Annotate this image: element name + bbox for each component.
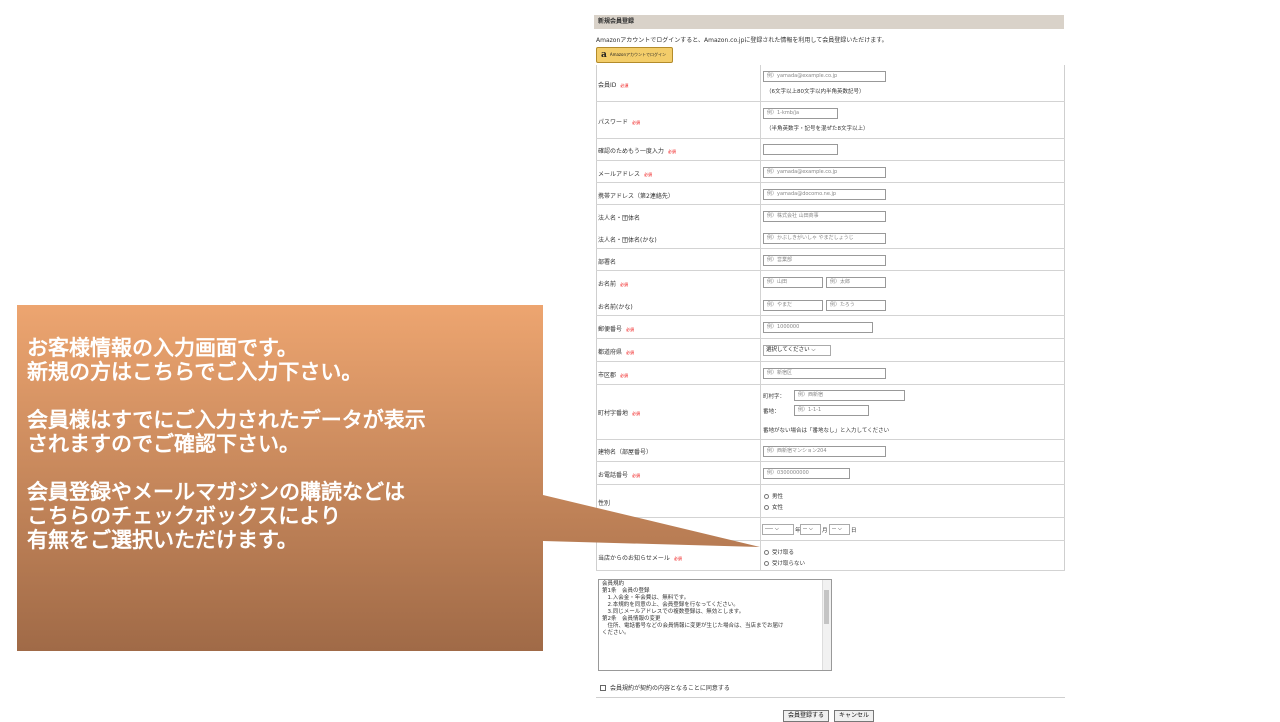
callout-line: 会員様はすでにご入力されたデータが表示 [27, 408, 426, 432]
label-company-kana: 法人名・団体名(かな) [598, 237, 657, 244]
scrollbar-thumb[interactable] [824, 590, 829, 624]
cancel-button[interactable]: キャンセル [834, 710, 875, 722]
phone-input[interactable]: 例）0300000000 [763, 468, 850, 479]
terms-scrollbar[interactable] [822, 580, 831, 670]
last-name-input[interactable]: 例）山田 [763, 277, 823, 288]
newsletter-radio-decline[interactable]: 受け取らない [764, 559, 805, 567]
label-department: 部署名 [598, 259, 617, 266]
birth-year-select[interactable]: ---- ⌵ [762, 524, 794, 535]
required-badge: 必須 [620, 83, 629, 88]
callout-line [27, 384, 426, 408]
callout-line: こちらのチェックボックスにより [27, 504, 341, 528]
month-unit: 月 [822, 528, 828, 534]
prefecture-select[interactable]: 選択してください ⌵ [763, 345, 831, 356]
required-badge: 必須 [632, 473, 641, 478]
street-number-note: 番地がない場合は「番地なし」と入力してください [763, 428, 890, 434]
gender-radio-male[interactable]: 男性 [764, 492, 783, 500]
postal-input[interactable]: 例）1000000 [763, 322, 873, 333]
label-name: お名前 必須 [598, 281, 629, 288]
day-unit: 日 [851, 528, 857, 534]
label-password: パスワード 必須 [598, 119, 641, 126]
terms-text: 会員規約 第1条 会員の登録 1.入会金・年会費は、無料です。 2.本規約を同意… [602, 581, 784, 636]
label-phone: お電話番号 必須 [598, 472, 641, 479]
label-gender: 性別 [598, 500, 611, 507]
required-badge: 必須 [673, 556, 682, 561]
password-hint: （半角英数字・記号を混ぜた8文字以上） [766, 126, 869, 132]
mobile-email-input[interactable]: 例）yamada@docomo.ne.jp [763, 189, 886, 200]
town-input[interactable]: 例）西新宿 [794, 390, 905, 401]
town-label: 町村字： [763, 394, 786, 400]
required-badge: 必須 [644, 172, 653, 177]
terms-textarea[interactable]: 会員規約 第1条 会員の登録 1.入会金・年会費は、無料です。 2.本規約を同意… [598, 579, 832, 671]
callout-line [27, 456, 426, 480]
label-town: 町村字番地 必須 [598, 410, 641, 417]
callout-text: お客様情報の入力画面です。 新規の方はこちらでご入力下さい。 会員様はすでにご入… [27, 336, 426, 552]
callout-line: 会員登録やメールマガジンの購読などは [27, 480, 405, 504]
last-name-kana-input[interactable]: 例）やまだ [763, 300, 823, 311]
form-bottom-divider [596, 697, 1065, 698]
required-badge: 必須 [626, 327, 635, 332]
label-email: メールアドレス 必須 [598, 171, 653, 178]
company-input[interactable]: 例）株式会社 山田商事 [763, 211, 886, 222]
required-badge: 必須 [620, 282, 629, 287]
chevron-down-icon: ⌵ [811, 347, 816, 353]
radio-icon [764, 493, 769, 499]
amazon-login-button[interactable]: a Amazonアカウントでログイン [596, 47, 673, 63]
chevron-down-icon: ⌵ [808, 526, 813, 532]
first-name-input[interactable]: 例）太郎 [826, 277, 886, 288]
required-badge: 必須 [632, 411, 641, 416]
callout-line: されますのでご確認下さい。 [27, 432, 300, 456]
callout-line: 有無をご選択いただけます。 [27, 528, 298, 552]
password-confirm-input[interactable] [763, 144, 838, 155]
member-id-hint: （6文字以上80文字以内半角英数記号） [766, 89, 865, 95]
label-member-id: 会員ID 必須 [598, 82, 629, 89]
birth-day-select[interactable]: -- ⌵ [829, 524, 850, 535]
chevron-down-icon: ⌵ [774, 526, 779, 532]
required-badge: 必須 [626, 350, 635, 355]
register-button[interactable]: 会員登録する [783, 710, 830, 722]
radio-icon [764, 549, 769, 555]
callout-line: 新規の方はこちらでご入力下さい。 [27, 360, 363, 384]
birth-month-select[interactable]: -- ⌵ [800, 524, 821, 535]
agree-label: 会員規約が契約の内容となることに同意する [610, 685, 730, 692]
gender-radio-female[interactable]: 女性 [764, 503, 783, 511]
checkbox-icon[interactable] [600, 684, 606, 691]
callout-line: お客様情報の入力画面です。 [27, 336, 298, 360]
row-gender [596, 485, 1065, 518]
chevron-down-icon: ⌵ [837, 526, 842, 532]
label-company: 法人名・団体名 [598, 215, 641, 222]
street-number-label: 番地： [763, 409, 780, 415]
department-input[interactable]: 例）営業部 [763, 255, 886, 266]
label-prefecture: 都道府県 必須 [598, 349, 635, 356]
agree-checkbox-row[interactable]: 会員規約が契約の内容となることに同意する [600, 683, 730, 692]
first-name-kana-input[interactable]: 例）たろう [826, 300, 886, 311]
member-id-input[interactable]: 例）yamada@example.co.jp [763, 71, 886, 82]
label-password-confirm: 確認のためもう一度入力 必須 [598, 148, 676, 155]
newsletter-radio-receive[interactable]: 受け取る [764, 548, 794, 556]
section-title: 新規会員登録 [594, 15, 1064, 29]
company-kana-input[interactable]: 例）かぶしきがいしゃ やまだしょうじ [763, 233, 886, 244]
radio-icon [764, 560, 769, 566]
city-input[interactable]: 例）新宿区 [763, 368, 886, 379]
label-postal: 郵便番号 必須 [598, 326, 635, 333]
amazon-logo-icon: a [601, 49, 607, 60]
amazon-intro-text: Amazonアカウントでログインすると、Amazon.co.jpに登録された情報… [596, 37, 888, 44]
email-input[interactable]: 例）yamada@example.co.jp [763, 167, 886, 178]
label-newsletter: 当店からのお知らせメール 必須 [598, 555, 682, 562]
required-badge: 必須 [620, 373, 629, 378]
amazon-login-label: Amazonアカウントでログイン [609, 52, 667, 57]
street-number-input[interactable]: 例）1-1-1 [794, 405, 869, 416]
required-badge: 必須 [632, 120, 641, 125]
label-building: 建物名（部屋番号） [598, 449, 653, 456]
password-input[interactable]: 例）1-kmb/ja [763, 108, 838, 119]
label-city: 市区郡 必須 [598, 372, 629, 379]
required-badge: 必須 [667, 149, 676, 154]
building-input[interactable]: 例）西新宿マンション204 [763, 446, 886, 457]
label-mobile-email: 携帯アドレス（第2連絡先） [598, 193, 674, 200]
radio-icon [764, 504, 769, 510]
label-name-kana: お名前(かな) [598, 304, 633, 311]
